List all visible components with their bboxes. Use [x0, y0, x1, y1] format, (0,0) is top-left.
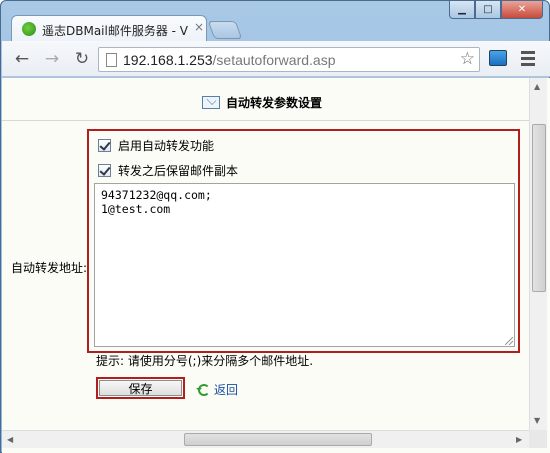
keep-copy-label: 转发之后保留邮件副本: [118, 164, 239, 178]
minimize-button[interactable]: ▁: [449, 1, 475, 19]
back-link[interactable]: 返回: [214, 381, 238, 398]
keep-copy-checkbox[interactable]: [98, 164, 111, 177]
tab-close-icon[interactable]: ×: [194, 20, 204, 34]
browser-window: 遥志DBMail邮件服务器 - V × ▁ □ ✕ ← → ↻ 192.168.…: [0, 0, 550, 453]
page-title: 自动转发参数设置: [226, 96, 323, 110]
star-icon[interactable]: ☆: [460, 49, 475, 69]
scrollbar-corner: [529, 430, 547, 448]
hint-text: 提示: 请使用分号(;)来分隔多个邮件地址.: [96, 354, 314, 368]
page-viewport: 自动转发参数设置 自动转发地址: 启用自动转发功能 转发之后保留邮件副本 943…: [2, 78, 550, 453]
scroll-right-icon[interactable]: ▶: [516, 435, 522, 444]
scroll-left-icon[interactable]: ◀: [7, 435, 13, 444]
scroll-down-icon[interactable]: ▼: [534, 416, 540, 425]
new-tab-button[interactable]: [207, 21, 243, 39]
horizontal-scroll-thumb[interactable]: [184, 433, 372, 446]
vertical-scrollbar[interactable]: ▲ ▼: [529, 78, 547, 430]
resize-grip-icon[interactable]: [505, 337, 513, 345]
window-controls: ▁ □ ✕: [449, 1, 543, 19]
page-icon: [106, 53, 117, 67]
mail-icon: [202, 96, 220, 109]
url-text[interactable]: 192.168.1.253/setautoforward.asp: [123, 52, 336, 68]
forward-arrow-icon[interactable]: →: [42, 49, 62, 69]
browser-toolbar: ← → ↻ 192.168.1.253/setautoforward.asp ☆: [2, 41, 550, 77]
favicon-icon: [22, 22, 36, 36]
save-button-highlight: 保存: [96, 377, 185, 399]
reload-icon[interactable]: ↻: [72, 49, 92, 69]
enable-forward-label: 启用自动转发功能: [118, 139, 215, 153]
browser-tab[interactable]: 遥志DBMail邮件服务器 - V ×: [11, 15, 207, 41]
menu-icon[interactable]: [521, 51, 535, 69]
scroll-up-icon[interactable]: ▲: [534, 82, 540, 91]
tab-title: 遥志DBMail邮件服务器 - V: [42, 24, 189, 38]
enable-forward-checkbox[interactable]: [98, 139, 111, 152]
save-button[interactable]: 保存: [99, 380, 182, 396]
divider: [2, 120, 529, 121]
back-link-group[interactable]: 返回: [196, 381, 238, 398]
tab-strip: 遥志DBMail邮件服务器 - V × ▁ □ ✕: [1, 1, 549, 41]
close-window-button[interactable]: ✕: [501, 1, 543, 19]
page-content: 自动转发参数设置 自动转发地址: 启用自动转发功能 转发之后保留邮件副本 943…: [2, 78, 529, 430]
address-bar[interactable]: 192.168.1.253/setautoforward.asp ☆: [98, 47, 480, 72]
return-icon[interactable]: [196, 383, 210, 396]
forward-address-label: 自动转发地址:: [11, 261, 88, 275]
page-heading: 自动转发参数设置: [202, 94, 322, 111]
extension-icon[interactable]: [489, 50, 507, 66]
horizontal-scrollbar[interactable]: ◀ ▶: [2, 430, 529, 448]
keep-copy-option[interactable]: 转发之后保留邮件副本: [98, 162, 238, 179]
maximize-button[interactable]: □: [475, 1, 501, 19]
forward-addresses-textarea[interactable]: 94371232@qq.com; 1@test.com: [94, 183, 515, 347]
vertical-scroll-thumb[interactable]: [532, 124, 546, 292]
enable-forward-option[interactable]: 启用自动转发功能: [98, 137, 214, 154]
back-arrow-icon[interactable]: ←: [12, 49, 32, 69]
